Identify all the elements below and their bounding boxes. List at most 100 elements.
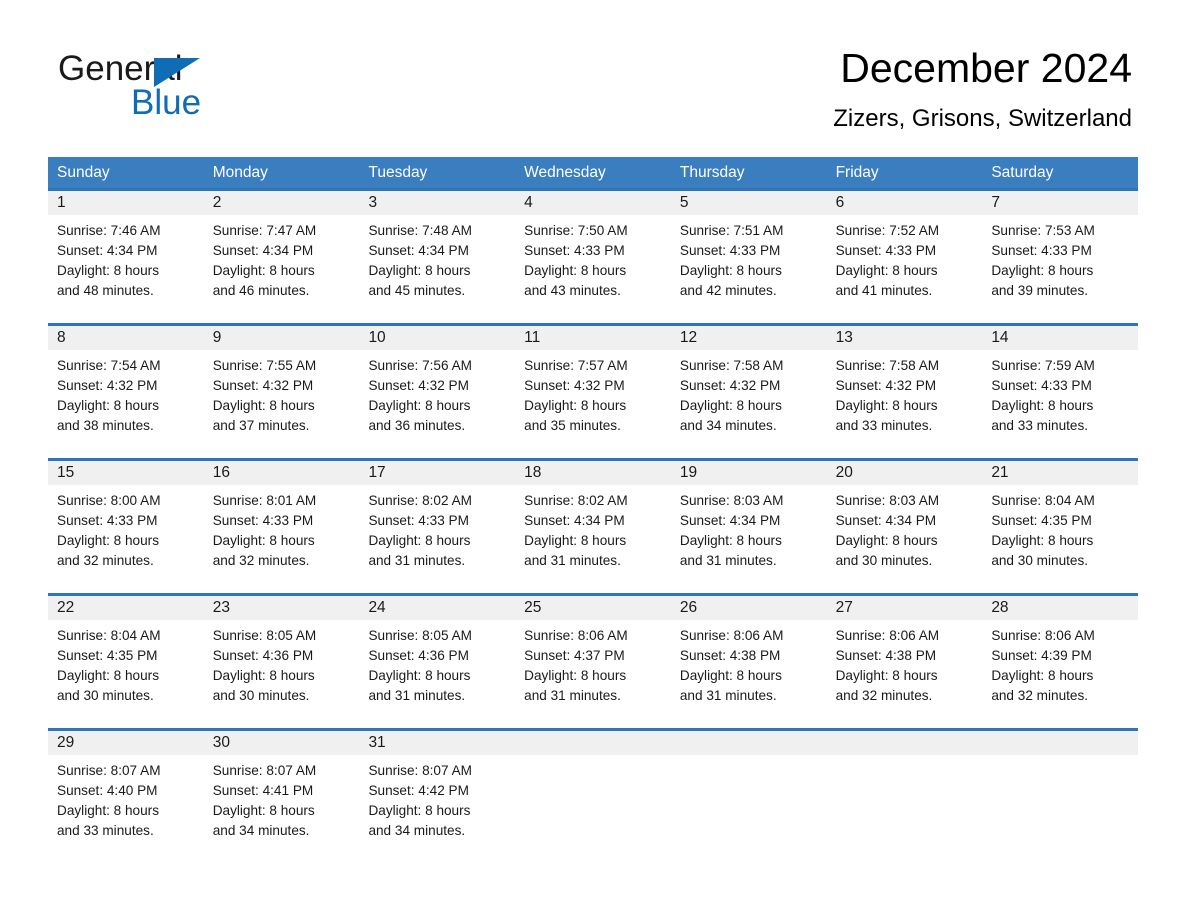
daylight-text-line1: Daylight: 8 hours (212, 263, 315, 278)
day-cell[interactable]: 22 Sunrise: 8:04 AM Sunset: 4:35 PM Dayl… (48, 593, 204, 728)
daylight-text-line2: and 32 minutes. (835, 688, 933, 703)
day-info: Sunrise: 8:03 AM Sunset: 4:34 PM Dayligh… (827, 485, 983, 571)
day-info: Sunrise: 7:55 AM Sunset: 4:32 PM Dayligh… (204, 350, 360, 436)
day-number (827, 734, 836, 751)
day-cell[interactable]: 13 Sunrise: 7:58 AM Sunset: 4:32 PM Dayl… (826, 323, 983, 458)
day-cell[interactable]: 11 Sunrise: 7:57 AM Sunset: 4:32 PM Dayl… (515, 323, 671, 458)
day-cell[interactable]: 26 Sunrise: 8:06 AM Sunset: 4:38 PM Dayl… (670, 593, 827, 728)
day-number: 11 (524, 329, 541, 346)
day-number: 26 (679, 599, 698, 616)
day-cell[interactable]: 9 Sunrise: 7:55 AM Sunset: 4:32 PM Dayli… (203, 323, 360, 458)
daylight-text-line2: and 41 minutes. (835, 283, 933, 298)
daylight-text-line2: and 38 minutes. (57, 418, 154, 433)
daylight-text-line2: and 30 minutes. (212, 688, 310, 703)
day-cell[interactable]: 21 Sunrise: 8:04 AM Sunset: 4:35 PM Dayl… (982, 458, 1139, 593)
day-cell[interactable]: 4 Sunrise: 7:50 AM Sunset: 4:33 PM Dayli… (515, 188, 671, 323)
dow-header-friday: Friday (835, 164, 879, 181)
day-cell[interactable]: 30 Sunrise: 8:07 AM Sunset: 4:41 PM Dayl… (203, 728, 360, 848)
daylight-text-line2: and 30 minutes. (57, 688, 154, 703)
daylight-text-line1: Daylight: 8 hours (368, 398, 471, 413)
daylight-text-line1: Daylight: 8 hours (57, 803, 160, 818)
daylight-text-line2: and 33 minutes. (991, 418, 1089, 433)
sunset-text: Sunset: 4:34 PM (679, 513, 781, 528)
day-cell[interactable]: 3 Sunrise: 7:48 AM Sunset: 4:34 PM Dayli… (359, 188, 516, 323)
day-cell[interactable]: 24 Sunrise: 8:05 AM Sunset: 4:36 PM Dayl… (359, 593, 516, 728)
day-number-band: 7 (982, 188, 1139, 215)
day-cell[interactable]: 6 Sunrise: 7:52 AM Sunset: 4:33 PM Dayli… (826, 188, 983, 323)
sunrise-text: Sunrise: 8:07 AM (368, 763, 472, 778)
day-cell[interactable]: 18 Sunrise: 8:02 AM Sunset: 4:34 PM Dayl… (515, 458, 671, 593)
day-number: 24 (368, 599, 386, 616)
day-cell[interactable]: 1 Sunrise: 7:46 AM Sunset: 4:34 PM Dayli… (48, 188, 204, 323)
day-cell[interactable]: 29 Sunrise: 8:07 AM Sunset: 4:40 PM Dayl… (48, 728, 204, 848)
sunset-text: Sunset: 4:41 PM (212, 783, 314, 798)
day-cell[interactable]: 15 Sunrise: 8:00 AM Sunset: 4:33 PM Dayl… (48, 458, 204, 593)
day-info: Sunrise: 7:58 AM Sunset: 4:32 PM Dayligh… (827, 350, 983, 436)
calendar-week-row: 22 Sunrise: 8:04 AM Sunset: 4:35 PM Dayl… (48, 593, 1139, 728)
day-cell[interactable]: 5 Sunrise: 7:51 AM Sunset: 4:33 PM Dayli… (670, 188, 827, 323)
sunset-text: Sunset: 4:34 PM (212, 243, 314, 258)
day-info: Sunrise: 8:06 AM Sunset: 4:37 PM Dayligh… (515, 620, 671, 706)
sunrise-text: Sunrise: 8:02 AM (524, 493, 628, 508)
dow-header-monday: Monday (212, 164, 268, 181)
day-info: Sunrise: 7:57 AM Sunset: 4:32 PM Dayligh… (515, 350, 671, 436)
day-number-band: 2 (203, 188, 360, 215)
day-number: 7 (991, 194, 1000, 211)
general-blue-logo[interactable]: General Blue (58, 50, 418, 124)
sunset-text: Sunset: 4:34 PM (524, 513, 625, 528)
day-cell[interactable]: 31 Sunrise: 8:07 AM Sunset: 4:42 PM Dayl… (359, 728, 516, 848)
calendar-week-row: 1 Sunrise: 7:46 AM Sunset: 4:34 PM Dayli… (48, 188, 1139, 323)
day-number-band (982, 728, 1139, 755)
daylight-text-line1: Daylight: 8 hours (212, 533, 315, 548)
sunset-text: Sunset: 4:32 PM (57, 378, 158, 393)
sunrise-text: Sunrise: 7:53 AM (991, 223, 1095, 238)
day-cell[interactable]: 8 Sunrise: 7:54 AM Sunset: 4:32 PM Dayli… (48, 323, 204, 458)
day-number-band: 18 (515, 458, 671, 485)
day-cell[interactable]: 14 Sunrise: 7:59 AM Sunset: 4:33 PM Dayl… (982, 323, 1139, 458)
sunset-text: Sunset: 4:40 PM (57, 783, 158, 798)
day-number-band: 28 (982, 593, 1139, 620)
day-number-band: 31 (359, 728, 516, 755)
day-info: Sunrise: 7:50 AM Sunset: 4:33 PM Dayligh… (515, 215, 671, 301)
daylight-text-line1: Daylight: 8 hours (524, 533, 627, 548)
sunrise-text: Sunrise: 7:57 AM (524, 358, 628, 373)
day-number-band: 26 (670, 593, 827, 620)
day-number: 22 (57, 599, 75, 616)
sunrise-text: Sunrise: 8:01 AM (212, 493, 317, 508)
daylight-text-line1: Daylight: 8 hours (835, 398, 938, 413)
daylight-text-line1: Daylight: 8 hours (57, 263, 160, 278)
day-info: Sunrise: 7:52 AM Sunset: 4:33 PM Dayligh… (827, 215, 983, 301)
day-cell[interactable]: 19 Sunrise: 8:03 AM Sunset: 4:34 PM Dayl… (670, 458, 827, 593)
day-cell[interactable]: 16 Sunrise: 8:01 AM Sunset: 4:33 PM Dayl… (203, 458, 360, 593)
day-number-band: 23 (203, 593, 360, 620)
sunrise-text: Sunrise: 7:56 AM (368, 358, 472, 373)
day-number-band (515, 728, 671, 755)
sunset-text: Sunset: 4:36 PM (212, 648, 314, 663)
day-number: 17 (368, 464, 386, 481)
sunset-text: Sunset: 4:32 PM (679, 378, 781, 393)
sunset-text: Sunset: 4:32 PM (368, 378, 469, 393)
day-cell[interactable]: 7 Sunrise: 7:53 AM Sunset: 4:33 PM Dayli… (982, 188, 1139, 323)
sunrise-text: Sunrise: 7:58 AM (679, 358, 784, 373)
daylight-text-line2: and 48 minutes. (57, 283, 154, 298)
day-cell[interactable]: 23 Sunrise: 8:05 AM Sunset: 4:36 PM Dayl… (203, 593, 360, 728)
day-number: 16 (212, 464, 230, 481)
daylight-text-line2: and 30 minutes. (835, 553, 933, 568)
day-cell[interactable]: 10 Sunrise: 7:56 AM Sunset: 4:32 PM Dayl… (359, 323, 516, 458)
sunset-text: Sunset: 4:38 PM (835, 648, 937, 663)
day-cell[interactable]: 12 Sunrise: 7:58 AM Sunset: 4:32 PM Dayl… (670, 323, 827, 458)
day-cell[interactable]: 20 Sunrise: 8:03 AM Sunset: 4:34 PM Dayl… (826, 458, 983, 593)
day-cell[interactable]: 17 Sunrise: 8:02 AM Sunset: 4:33 PM Dayl… (359, 458, 516, 593)
day-cell[interactable]: 2 Sunrise: 7:47 AM Sunset: 4:34 PM Dayli… (203, 188, 360, 323)
daylight-text-line2: and 30 minutes. (991, 553, 1089, 568)
day-info: Sunrise: 7:58 AM Sunset: 4:32 PM Dayligh… (671, 350, 827, 436)
daylight-text-line2: and 33 minutes. (57, 823, 154, 838)
day-cell[interactable]: 27 Sunrise: 8:06 AM Sunset: 4:38 PM Dayl… (826, 593, 983, 728)
day-cell[interactable]: 28 Sunrise: 8:06 AM Sunset: 4:39 PM Dayl… (982, 593, 1139, 728)
daylight-text-line1: Daylight: 8 hours (991, 398, 1094, 413)
day-cell[interactable]: 25 Sunrise: 8:06 AM Sunset: 4:37 PM Dayl… (515, 593, 671, 728)
sunrise-text: Sunrise: 8:04 AM (57, 628, 161, 643)
sunrise-text: Sunrise: 8:04 AM (991, 493, 1095, 508)
sunrise-text: Sunrise: 7:54 AM (57, 358, 161, 373)
daylight-text-line2: and 34 minutes. (679, 418, 777, 433)
